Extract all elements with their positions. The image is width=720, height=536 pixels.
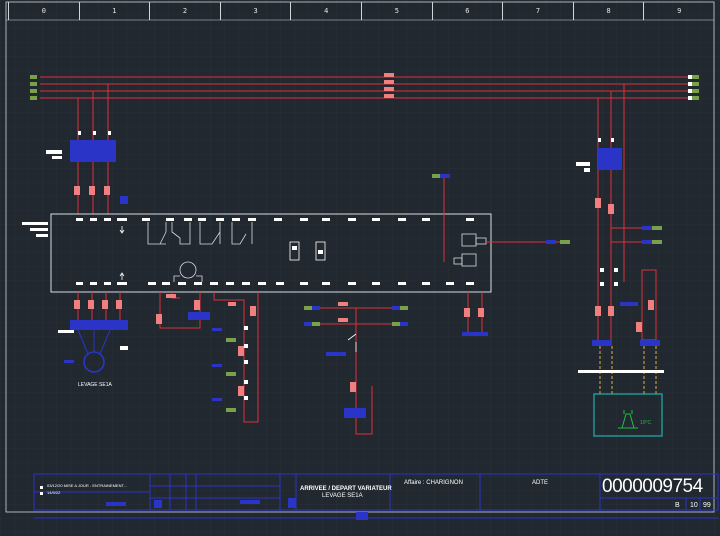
breaker-contacts [74, 186, 110, 195]
ruler-column-1: 1 [78, 2, 150, 20]
company-name: ADTE [532, 480, 549, 486]
aux-contact-block [120, 196, 128, 204]
folio-total: 99 [703, 502, 711, 509]
ruler-column-4: 4 [290, 2, 361, 20]
revision-1: 03/12/20 MISE A JOUR - ENTRAINEMENT... [47, 483, 127, 488]
drawing-number: 0000009754 [602, 476, 703, 497]
ruler-column-3: 3 [219, 2, 291, 20]
revision-letter: B [675, 502, 680, 509]
motor-label: LEVAGE SE1A [78, 382, 112, 388]
ruler-column-2: 2 [149, 2, 220, 20]
ruler-column-8: 8 [572, 2, 644, 20]
ruler-column-9: 9 [643, 2, 714, 20]
cable-marker [578, 370, 664, 373]
ruler-column-7: 7 [502, 2, 573, 20]
ruler-column-5: 5 [361, 2, 432, 20]
background-grid [0, 0, 720, 536]
ruler-column-0: 0 [8, 2, 79, 20]
ruler-column-6: 6 [431, 2, 503, 20]
brake-resistor[interactable] [188, 312, 210, 320]
tank-label: 10°C [640, 420, 652, 426]
drawing-title: ARRIVEE / DEPART VARIATEUR [300, 486, 392, 492]
revision-2: 14/9/22 [47, 490, 61, 495]
drawing-subtitle: LEVAGE SE1A [322, 493, 363, 499]
folio-number: 10 [690, 502, 698, 509]
affaire-label: Affaire : CHARIGNON [404, 480, 463, 486]
cad-drawing-canvas[interactable]: 10°C LEVAGE SE1A [0, 0, 720, 536]
